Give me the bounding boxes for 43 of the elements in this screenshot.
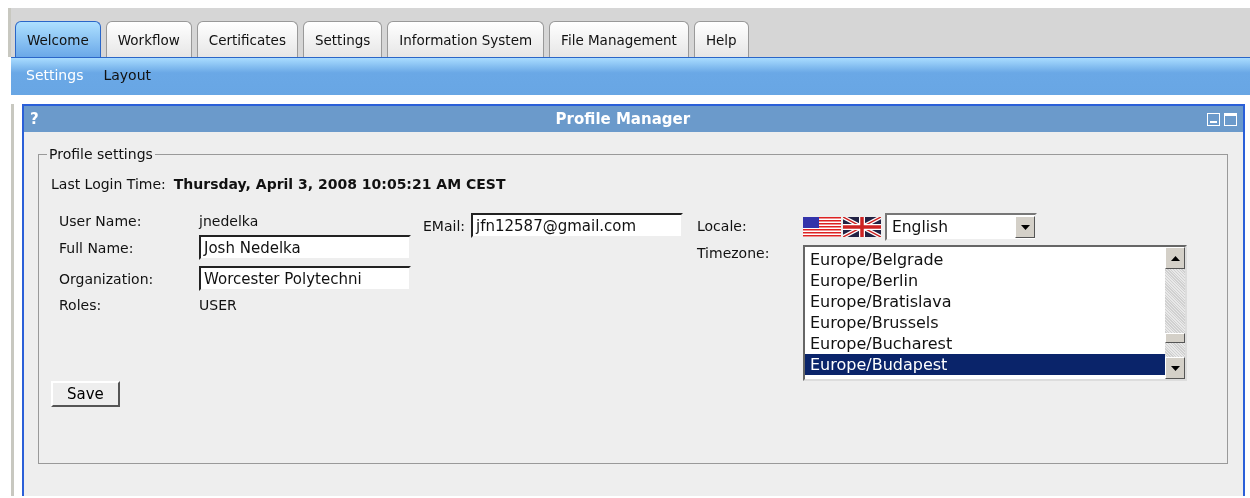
tab[interactable]: Workflow bbox=[105, 21, 192, 57]
save-button[interactable]: Save bbox=[51, 381, 120, 407]
tab[interactable]: Settings bbox=[302, 21, 383, 57]
list-option[interactable]: Europe/Belgrade bbox=[805, 249, 1165, 270]
list-option[interactable]: Europe/Berlin bbox=[805, 270, 1165, 291]
login-time: Thursday, April 3, 2008 10:05:21 AM CEST bbox=[173, 176, 506, 192]
field-label: EMail: bbox=[423, 218, 465, 234]
tab[interactable]: Help bbox=[693, 21, 749, 57]
scroll-thumb[interactable] bbox=[1165, 333, 1185, 343]
list-option[interactable]: Europe/Brussels bbox=[805, 312, 1165, 333]
minimize-icon[interactable] bbox=[1207, 112, 1220, 126]
field-value: USER bbox=[199, 297, 238, 313]
field-label: Last Login Time: bbox=[51, 176, 166, 192]
text-field[interactable]: Josh Nedelka bbox=[199, 235, 411, 260]
maximize-icon[interactable] bbox=[1224, 112, 1237, 126]
down-arrow-icon bbox=[1170, 365, 1180, 371]
field-label: Locale: bbox=[697, 218, 748, 234]
field-value: jnedelka bbox=[199, 213, 260, 229]
subnav-link[interactable]: Layout bbox=[103, 66, 151, 87]
scroll-down-button[interactable] bbox=[1165, 357, 1185, 379]
tab[interactable]: Certificates bbox=[196, 21, 298, 57]
tab[interactable]: Welcome bbox=[15, 21, 101, 57]
list-option[interactable]: Europe/Budapest bbox=[805, 354, 1165, 375]
field-label: Roles: bbox=[59, 297, 103, 313]
list-option[interactable]: Europe/Bucharest bbox=[805, 333, 1165, 354]
field-label: Organization: bbox=[59, 270, 155, 287]
list-option[interactable]: Europe/Bratislava bbox=[805, 291, 1165, 312]
field-label: User Name: bbox=[59, 213, 143, 229]
uk-flag-icon bbox=[843, 217, 881, 237]
tab[interactable]: File Management bbox=[549, 21, 689, 57]
fieldset-legend: Profile settings bbox=[47, 146, 155, 162]
panel-title: Profile Manager bbox=[554, 110, 692, 128]
text-field[interactable]: Worcester Polytechni bbox=[199, 266, 411, 291]
us-flag-icon bbox=[803, 217, 841, 237]
scroll-up-button[interactable] bbox=[1165, 247, 1185, 269]
locale-dropdown[interactable]: English bbox=[885, 213, 1037, 241]
dropdown-arrow-icon bbox=[1020, 224, 1030, 230]
field-label: Full Name: bbox=[59, 239, 135, 256]
up-arrow-icon bbox=[1170, 255, 1180, 261]
email-field[interactable]: jfn12587@gmail.com bbox=[471, 213, 683, 238]
timezone-listbox[interactable]: Europe/Belgrade Europe/Berlin Europe/Bratislava Europe/Brussels Europe/Bucharest Europe/Budapest bbox=[803, 245, 1187, 381]
tab[interactable]: Information System bbox=[387, 21, 545, 57]
field-label: Timezone: bbox=[697, 245, 771, 261]
